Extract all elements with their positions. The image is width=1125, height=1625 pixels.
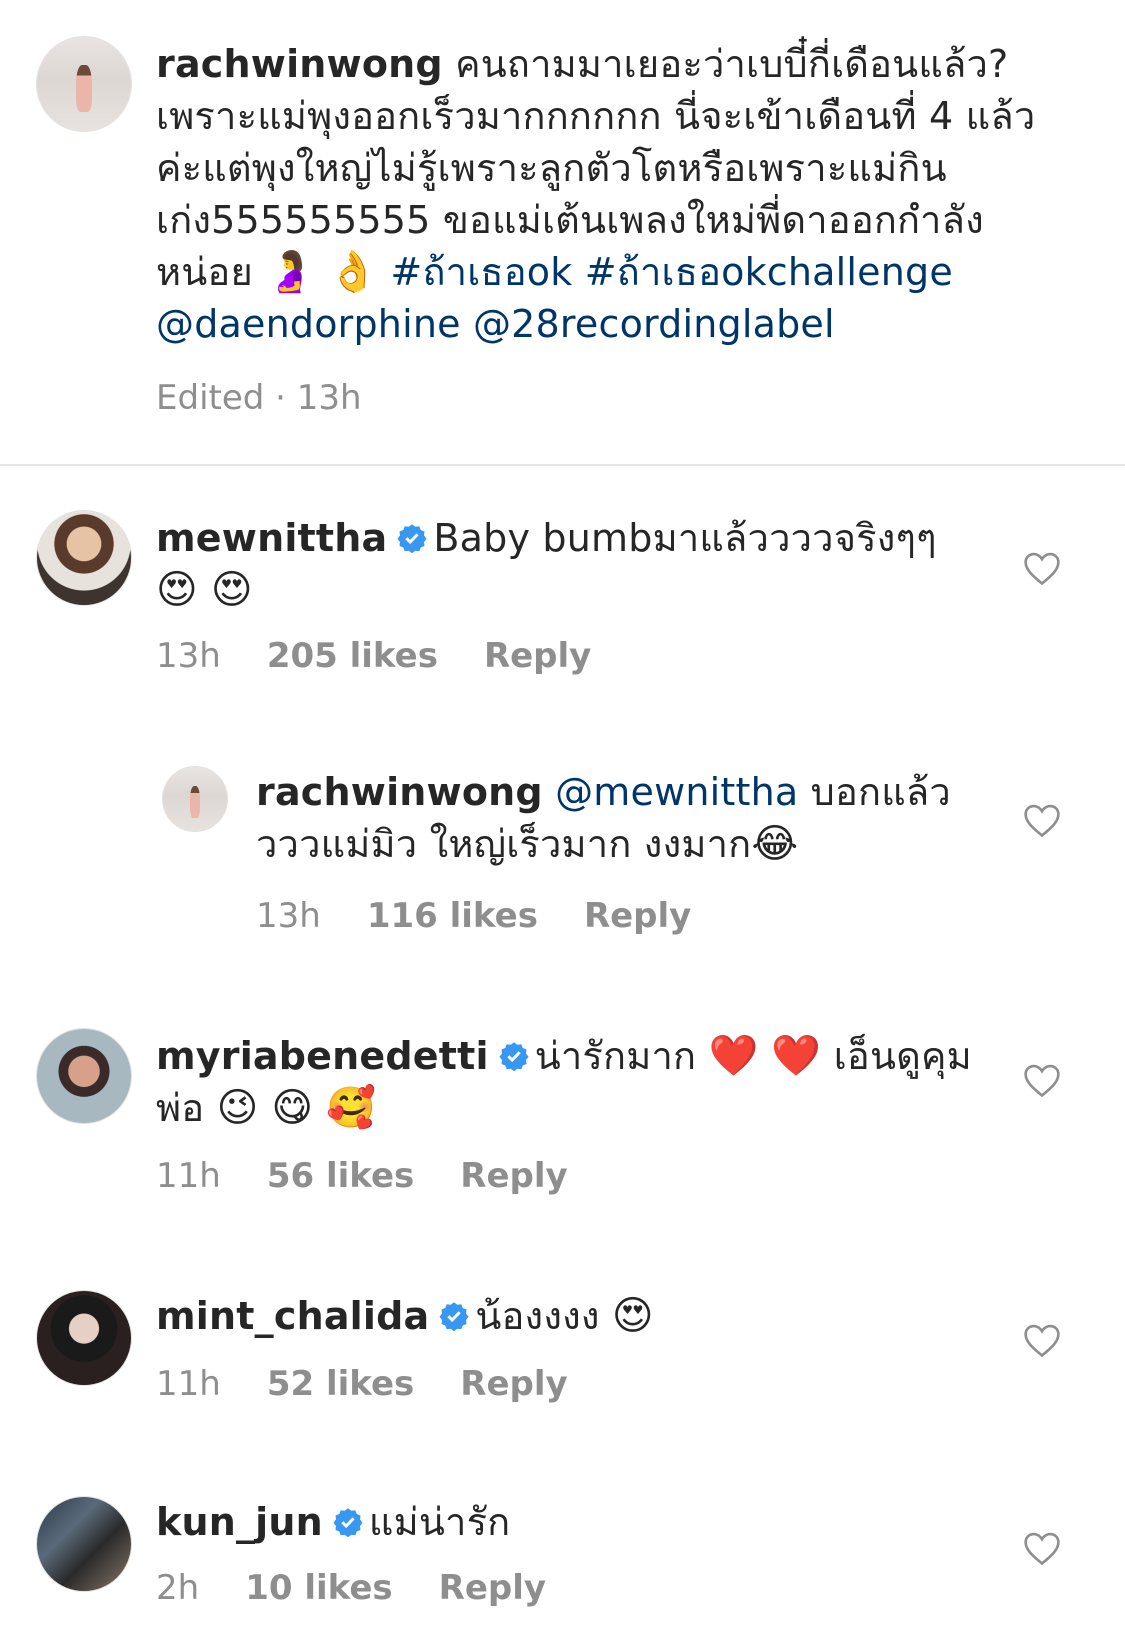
reply-button[interactable]: Reply xyxy=(584,896,691,936)
like-heart-icon[interactable] xyxy=(1022,550,1062,586)
likes-count[interactable]: 205 likes xyxy=(267,636,438,676)
comment-text: mint_chalida น้องงงง 😍 xyxy=(156,1290,986,1342)
caption-edited: Edited · 13h xyxy=(156,378,362,418)
avatar-mint-chalida[interactable] xyxy=(36,1290,132,1386)
comment-emoji-2: 😉 😋 🥰 xyxy=(216,1085,377,1131)
caption-username[interactable]: rachwinwong xyxy=(156,42,443,86)
comment-body: น้องงงง xyxy=(475,1294,600,1338)
comment-time: 13h xyxy=(156,636,221,676)
comment-meta: 11h 52 likes Reply xyxy=(156,1364,614,1404)
comment-time: 11h xyxy=(156,1364,221,1404)
caption-mentions[interactable]: @daendorphine @28recordinglabel xyxy=(156,302,835,346)
comment-username[interactable]: mint_chalida xyxy=(156,1294,429,1338)
avatar-kun-jun[interactable] xyxy=(36,1496,132,1592)
reply-username[interactable]: rachwinwong xyxy=(256,770,543,814)
comment-body: น่ารักมาก xyxy=(534,1034,697,1078)
likes-count[interactable]: 116 likes xyxy=(367,896,538,936)
verified-icon xyxy=(333,1508,363,1537)
comment-username[interactable]: kun_jun xyxy=(156,1500,323,1544)
comment-meta: 11h 56 likes Reply xyxy=(156,1156,614,1196)
comment-body: Baby bumbมาแล้ววววจริงๆๆ xyxy=(433,516,937,560)
like-heart-icon[interactable] xyxy=(1022,1322,1062,1358)
verified-icon xyxy=(439,1302,469,1331)
comment-username[interactable]: mewnittha xyxy=(156,516,387,560)
avatar-rachwinwong-reply[interactable] xyxy=(162,766,228,832)
avatar-rachwinwong[interactable] xyxy=(36,36,132,132)
comment-emoji: 😍 😍 xyxy=(156,567,253,613)
comment-meta: 2h 10 likes Reply xyxy=(156,1568,592,1608)
comment-time: 2h xyxy=(156,1568,200,1608)
caption-text: rachwinwong คนถามมาเยอะว่าเบบี๋กี่เดือนแ… xyxy=(156,38,1056,350)
verified-icon xyxy=(499,1042,529,1071)
like-heart-icon[interactable] xyxy=(1022,802,1062,838)
reply-mention[interactable]: @mewnittha xyxy=(555,770,798,814)
reply-button[interactable]: Reply xyxy=(439,1568,546,1608)
comment-text: mewnittha Baby bumbมาแล้ววววจริงๆๆ 😍 😍 xyxy=(156,512,986,616)
divider xyxy=(0,464,1125,466)
likes-count[interactable]: 10 likes xyxy=(245,1568,392,1608)
reply-emoji: 😂 xyxy=(751,821,799,867)
reply-button[interactable]: Reply xyxy=(460,1156,567,1196)
like-heart-icon[interactable] xyxy=(1022,1530,1062,1566)
likes-count[interactable]: 52 likes xyxy=(267,1364,414,1404)
avatar-myriabenedetti[interactable] xyxy=(36,1028,132,1124)
reply-button[interactable]: Reply xyxy=(484,636,591,676)
comment-text: myriabenedetti น่ารักมาก ❤️ ❤️ เอ็นดูคุมพ… xyxy=(156,1030,986,1134)
reply-meta: 13h 116 likes Reply xyxy=(256,896,737,936)
comment-emoji: 😍 xyxy=(611,1293,654,1339)
caption-hashtags[interactable]: #ถ้าเธอok #ถ้าเธอokchallenge xyxy=(390,250,953,294)
comment-username[interactable]: myriabenedetti xyxy=(156,1034,489,1078)
reply-time: 13h xyxy=(256,896,321,936)
comment-emoji: ❤️ ❤️ xyxy=(708,1033,822,1079)
like-heart-icon[interactable] xyxy=(1022,1062,1062,1098)
reply-text: rachwinwong @mewnittha บอกแล้ววววแม่มิว … xyxy=(256,766,976,870)
likes-count[interactable]: 56 likes xyxy=(267,1156,414,1196)
caption-emoji: 🤰 👌 xyxy=(265,249,379,295)
comment-body: แม่น่ารัก xyxy=(368,1500,511,1544)
avatar-mewnittha[interactable] xyxy=(36,510,132,606)
comment-text: kun_jun แม่น่ารัก xyxy=(156,1496,986,1548)
reply-button[interactable]: Reply xyxy=(460,1364,567,1404)
comment-time: 11h xyxy=(156,1156,221,1196)
verified-icon xyxy=(397,524,427,553)
comment-meta: 13h 205 likes Reply xyxy=(156,636,637,676)
